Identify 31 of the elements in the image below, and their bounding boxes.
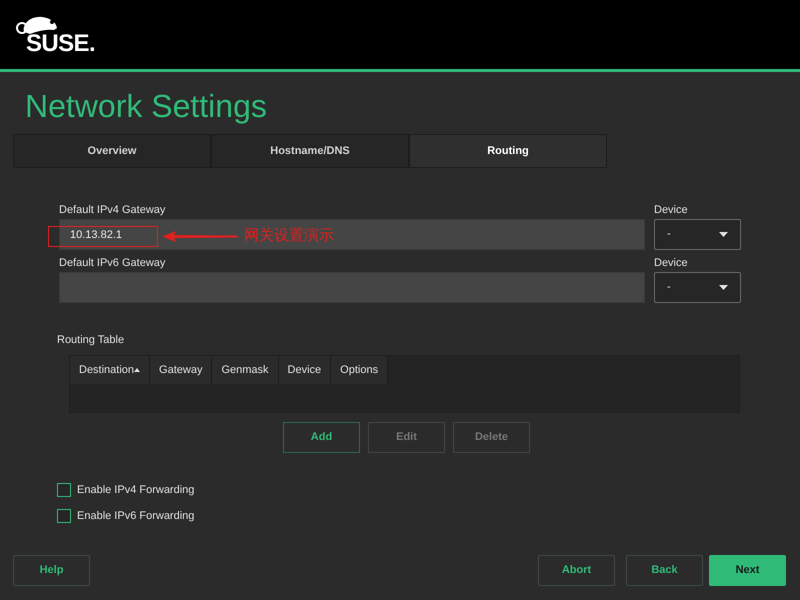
device-dropdown[interactable]: - (654, 272, 741, 303)
footer-button[interactable]: Abort (538, 555, 615, 586)
checkbox-label[interactable]: Enable IPv6 Forwarding (77, 508, 194, 524)
tab[interactable]: Overview (13, 134, 211, 168)
checkbox-label[interactable]: Enable IPv4 Forwarding (77, 482, 194, 498)
tab[interactable]: Routing (409, 134, 607, 168)
column-header[interactable]: Gateway (150, 356, 212, 384)
caret-icon (719, 285, 728, 290)
column-header[interactable]: Options (331, 356, 388, 384)
field-label: Default IPv6 Gateway (59, 256, 166, 271)
column-header[interactable]: Device (278, 356, 332, 384)
field-label: Default IPv4 Gateway (59, 203, 166, 218)
section-label: Routing Table (57, 334, 124, 346)
field-label: Device (654, 256, 689, 271)
input-field[interactable] (59, 272, 645, 303)
column-header[interactable]: Genmask (212, 356, 279, 384)
device-dropdown[interactable]: - (654, 219, 741, 250)
annotation-text: 网关设置演示 (244, 228, 334, 243)
sort-icon (134, 368, 140, 372)
checkbox[interactable] (57, 508, 71, 523)
logo-wordmark: SUSE. (26, 32, 96, 56)
footer-button[interactable]: Back (626, 555, 703, 586)
page-title: Network Settings (25, 88, 267, 124)
caret-icon (719, 232, 728, 237)
next-button[interactable]: Next (709, 555, 786, 586)
column-header[interactable]: Destination (70, 356, 150, 384)
table-button[interactable]: Add (283, 422, 360, 453)
footer-button[interactable]: Help (13, 555, 90, 586)
tab[interactable]: Hostname/DNS (211, 134, 409, 168)
field-label: Device (654, 203, 689, 218)
checkbox[interactable] (57, 483, 71, 498)
